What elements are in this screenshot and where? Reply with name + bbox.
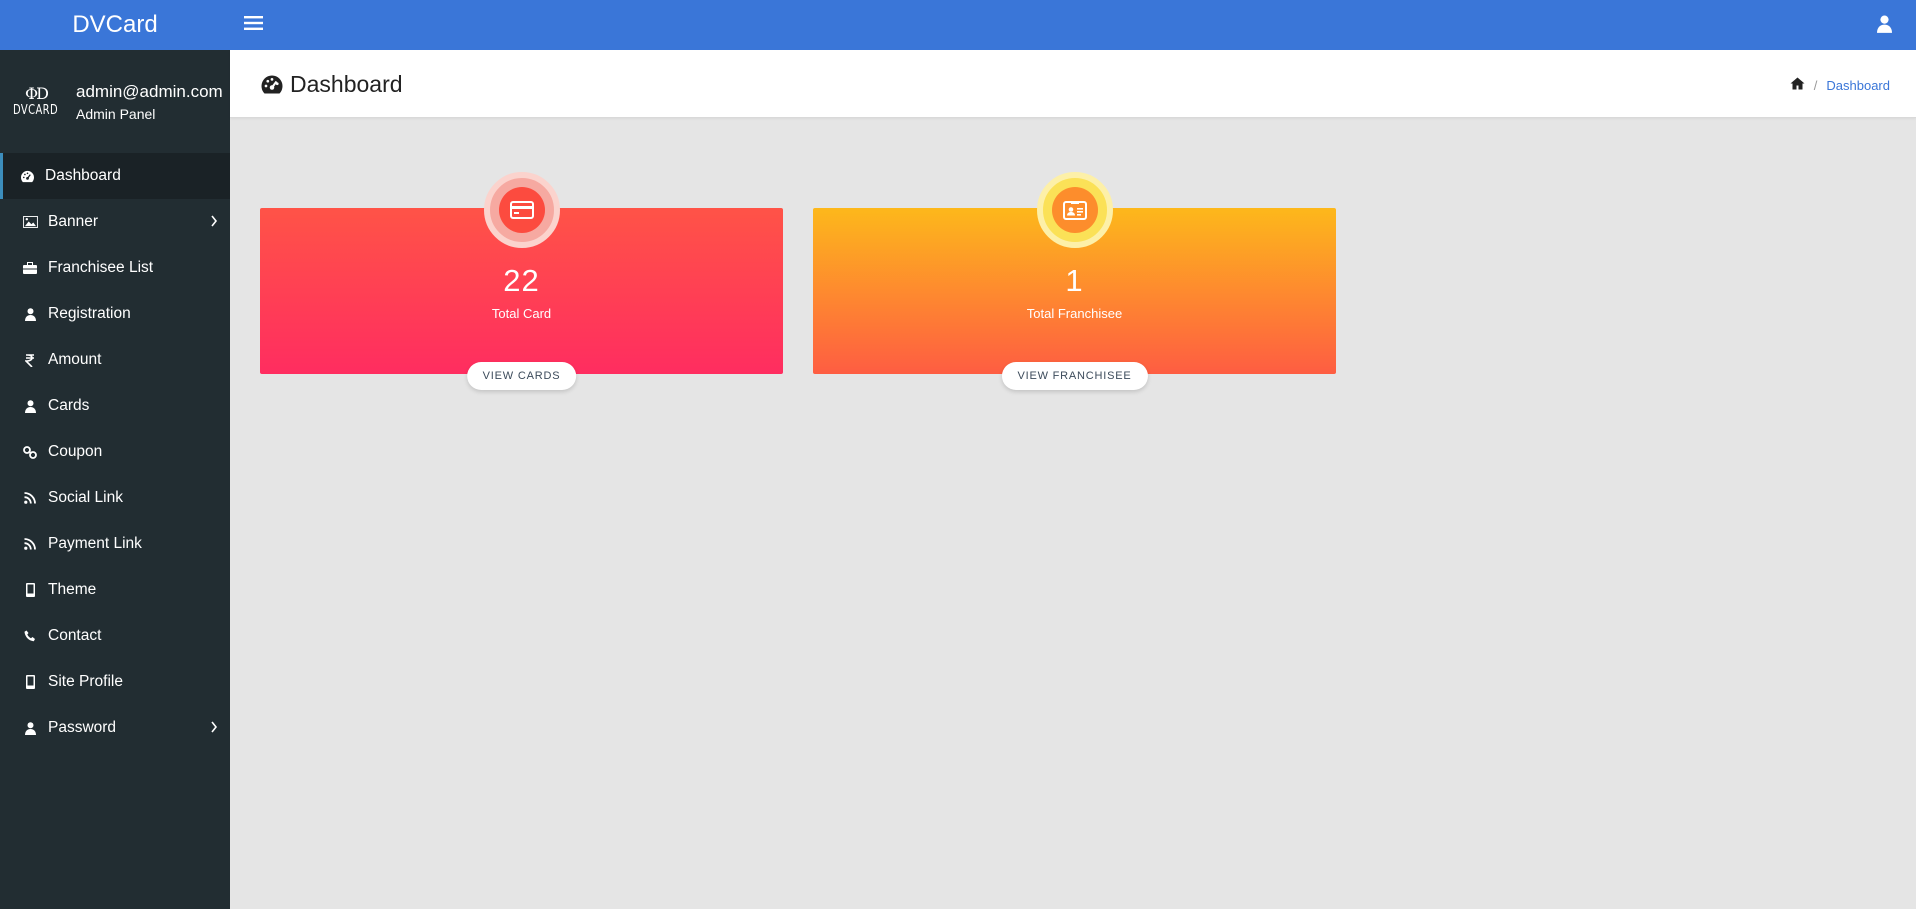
breadcrumb: / Dashboard: [1790, 77, 1890, 93]
total-card-widget: 22 Total Card VIEW CARDS: [260, 172, 783, 390]
topbar: [230, 0, 1916, 50]
content-header: Dashboard / Dashboard: [230, 50, 1916, 118]
sidebar-item-label: Franchisee List: [48, 259, 154, 276]
sidebar-item-dashboard[interactable]: Dashboard: [0, 153, 230, 199]
sidebar-item-site-profile[interactable]: Site Profile: [0, 659, 230, 705]
id-card-icon: [1062, 200, 1087, 220]
chevron-right-icon: [210, 214, 218, 232]
mobile-icon: [21, 583, 39, 597]
logo-mark: ΦD: [25, 84, 49, 103]
sidebar-item-label: Dashboard: [45, 167, 121, 184]
phone-icon: [21, 629, 39, 643]
sidebar-item-label: Registration: [48, 305, 131, 322]
sidebar-item-label: Social Link: [48, 489, 123, 506]
dashboard-icon: [18, 169, 36, 183]
sidebar-item-cards[interactable]: Cards: [0, 383, 230, 429]
briefcase-icon: [21, 261, 39, 275]
sidebar-item-label: Contact: [48, 627, 102, 644]
dashboard-icon: [261, 75, 283, 94]
mobile-icon: [21, 675, 39, 689]
sidebar-item-amount[interactable]: Amount: [0, 337, 230, 383]
sidebar-item-banner[interactable]: Banner: [0, 199, 230, 245]
user-account-icon[interactable]: [1877, 15, 1892, 38]
sidebar-item-contact[interactable]: Contact: [0, 613, 230, 659]
page-title: Dashboard: [290, 71, 403, 97]
dvcard-logo: ΦD DVCARD: [10, 84, 62, 119]
sidebar-item-coupon[interactable]: Coupon: [0, 429, 230, 475]
breadcrumb-separator: /: [1813, 77, 1818, 93]
sidebar-item-label: Cards: [48, 397, 90, 414]
sidebar-item-label: Password: [48, 719, 117, 736]
logo-word: DVCARD: [13, 103, 59, 118]
credit-card-icon: [509, 201, 534, 219]
sidebar-item-label: Payment Link: [48, 535, 142, 552]
rupee-icon: [21, 353, 39, 367]
sidebar-item-social-link[interactable]: Social Link: [0, 475, 230, 521]
user-icon: [21, 721, 39, 735]
view-franchisee-button[interactable]: VIEW FRANCHISEE: [1001, 362, 1148, 390]
image-icon: [21, 215, 39, 229]
rss-icon: [21, 537, 39, 551]
user-role: Admin Panel: [76, 105, 156, 122]
sidebar-item-registration[interactable]: Registration: [0, 291, 230, 337]
sidebar-item-label: Banner: [48, 213, 98, 230]
sidebar-item-label: Site Profile: [48, 673, 123, 690]
sidebar-menu: Dashboard Banner Franchisee List Registr…: [0, 153, 230, 751]
total-franchisee-widget: 1 Total Franchisee VIEW FRANCHISEE: [813, 172, 1336, 390]
brand-logo[interactable]: DVCard: [0, 0, 230, 50]
total-franchisee-label: Total Franchisee: [1026, 306, 1123, 321]
sidebar: DVCard ΦD DVCARD admin@admin.com Admin P…: [0, 0, 230, 909]
breadcrumb-dashboard[interactable]: Dashboard: [1826, 78, 1890, 93]
total-franchisee-count: 1: [1065, 263, 1084, 298]
sidebar-item-label: Coupon: [48, 443, 103, 460]
chevron-right-icon: [210, 720, 218, 738]
sidebar-item-label: Theme: [48, 581, 97, 598]
hamburger-menu-icon[interactable]: [244, 15, 263, 36]
user-icon: [21, 307, 39, 321]
link-icon: [21, 445, 39, 459]
user-panel: ΦD DVCARD admin@admin.com Admin Panel: [0, 50, 230, 153]
total-card-label: Total Card: [491, 306, 552, 321]
sidebar-item-payment-link[interactable]: Payment Link: [0, 521, 230, 567]
total-card-count: 22: [503, 263, 540, 298]
user-email: admin@admin.com: [76, 81, 223, 101]
rss-icon: [21, 491, 39, 505]
sidebar-item-theme[interactable]: Theme: [0, 567, 230, 613]
sidebar-item-password[interactable]: Password: [0, 705, 230, 751]
sidebar-item-label: Amount: [48, 351, 102, 368]
view-cards-button[interactable]: VIEW CARDS: [466, 362, 577, 390]
home-icon[interactable]: [1790, 77, 1805, 93]
sidebar-item-franchisee-list[interactable]: Franchisee List: [0, 245, 230, 291]
user-icon: [21, 399, 39, 413]
